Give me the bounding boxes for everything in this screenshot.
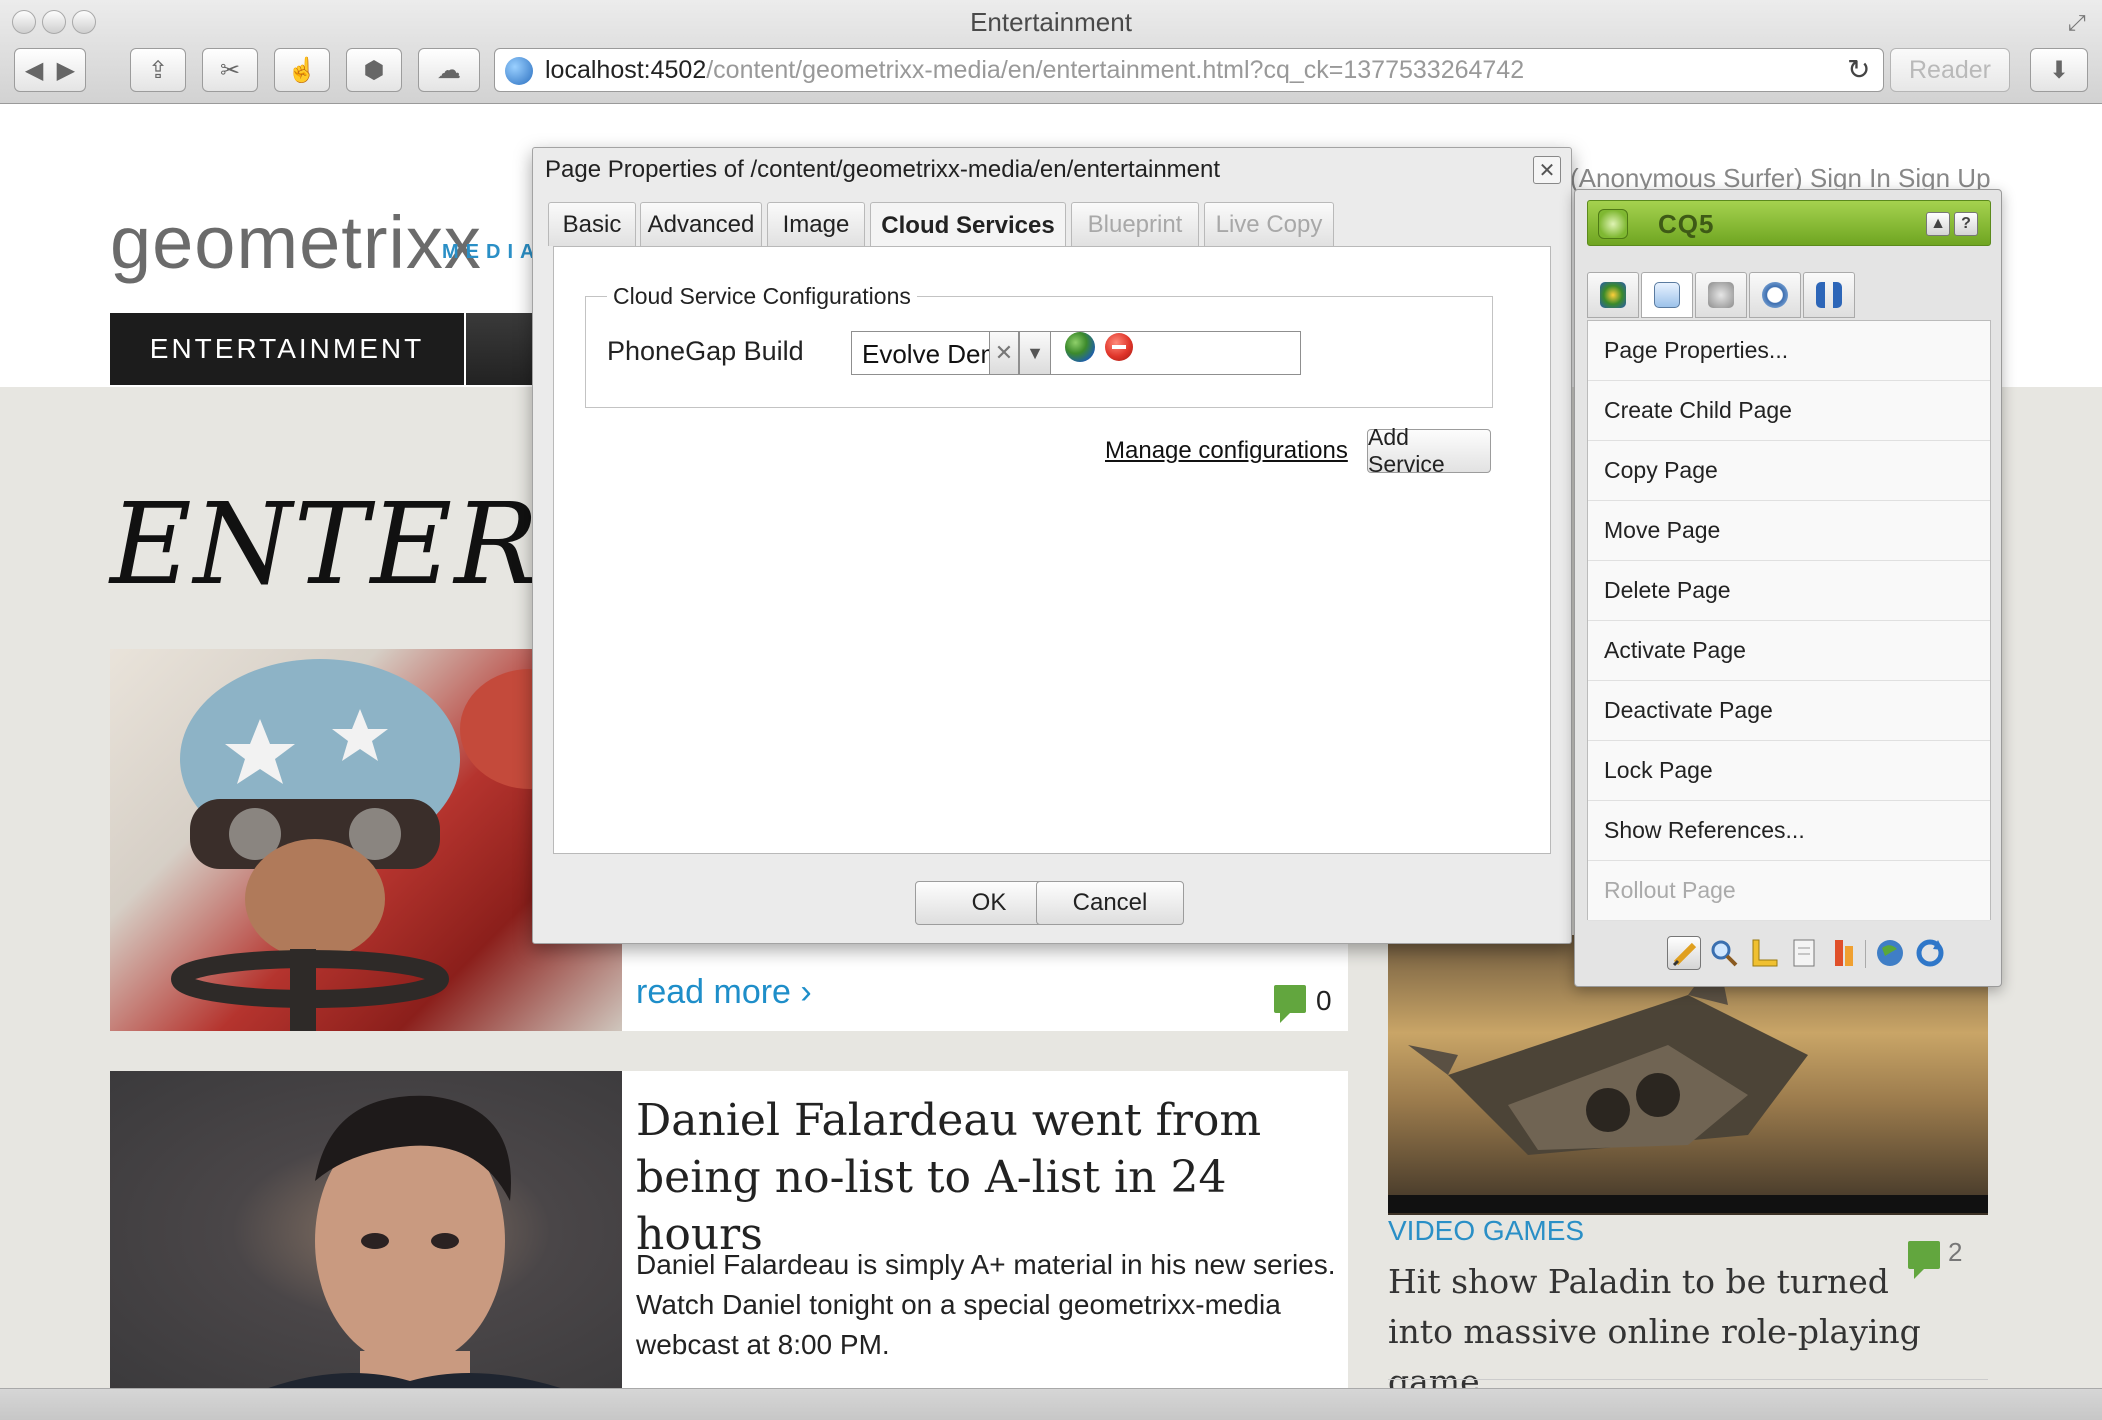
scaffolding-icon[interactable] [1787, 936, 1821, 970]
forward-icon[interactable]: ▶ [57, 56, 75, 85]
components-icon [1600, 282, 1626, 308]
back-forward-buttons[interactable]: ◀ ▶ [14, 48, 86, 92]
nav-item-entertainment[interactable]: ENTERTAINMENT [110, 313, 464, 385]
sidekick-title: CQ5 [1658, 209, 1715, 239]
preview-magnifier-icon[interactable] [1707, 936, 1741, 970]
tab-advanced[interactable]: Advanced [640, 202, 762, 246]
refresh-icon[interactable] [1913, 936, 1947, 970]
sidekick-header[interactable]: CQ5 ▲ ? [1587, 200, 1991, 246]
menu-rollout-page: Rollout Page [1588, 861, 1990, 921]
sidekick-toolbar [1587, 930, 1991, 980]
article-summary: Daniel Falardeau is simply A+ material i… [636, 1249, 1336, 1360]
image-caption-bar [1388, 1195, 1988, 1213]
download-icon: ⬇ [2048, 56, 2070, 84]
comment-count: 0 [1316, 985, 1332, 1016]
lock-icon [1708, 282, 1734, 308]
url-host: localhost:4502 [545, 55, 707, 84]
chevron-down-icon[interactable]: ▼ [1019, 331, 1051, 375]
menu-page-properties[interactable]: Page Properties... [1588, 321, 1990, 381]
url-path: /content/geometrixx-media/en/entertainme… [706, 55, 1525, 84]
remove-icon[interactable] [1105, 333, 1133, 361]
extension-button-1[interactable]: ✂ [202, 48, 258, 92]
tab-live-copy[interactable]: Live Copy [1204, 202, 1334, 246]
tab-image[interactable]: Image [767, 202, 865, 246]
help-icon[interactable]: ? [1954, 212, 1978, 236]
menu-delete-page[interactable]: Delete Page [1588, 561, 1990, 621]
site-logo-sub: MEDIA [442, 241, 542, 263]
tab-workflow[interactable] [1803, 272, 1855, 318]
globe-icon [505, 57, 533, 85]
tab-versioning[interactable] [1749, 272, 1801, 318]
cancel-button[interactable]: Cancel [1036, 881, 1184, 925]
stop-icon: ⬢ [363, 56, 385, 84]
client-context-icon[interactable] [1827, 936, 1861, 970]
tab-page[interactable] [1641, 272, 1693, 318]
divider [1388, 1379, 1988, 1380]
tab-cloud-services[interactable]: Cloud Services [870, 202, 1066, 248]
comment-count: 2 [1948, 1237, 1963, 1267]
cloud-button[interactable]: ☁ [418, 48, 480, 92]
dialog-title: Page Properties of /content/geometrixx-m… [545, 156, 1221, 183]
article-title[interactable]: Hit show Paladin to be turned into massi… [1388, 1257, 1928, 1388]
fieldset-legend: Cloud Service Configurations [607, 283, 917, 310]
fullscreen-icon[interactable]: ⤢ [2068, 10, 2086, 36]
workflow-icon [1816, 282, 1842, 308]
edit-mode-pencil-icon[interactable] [1667, 936, 1701, 970]
comment-icon[interactable] [1274, 985, 1306, 1023]
article-category[interactable]: VIDEO GAMES [1388, 1215, 1584, 1247]
tab-basic[interactable]: Basic [548, 202, 636, 246]
article-image-portrait[interactable] [110, 1071, 622, 1388]
tools-icon: ✂ [219, 56, 241, 84]
menu-lock-page[interactable]: Lock Page [1588, 741, 1990, 801]
downloads-button[interactable]: ⬇ [2030, 48, 2088, 92]
browser-status-bar [0, 1388, 2102, 1420]
reload-icon[interactable]: ↻ [1847, 53, 1870, 86]
clock-icon [1762, 282, 1788, 308]
globe-icon[interactable] [1065, 332, 1095, 362]
manage-configurations-link[interactable]: Manage configurations [1105, 437, 1348, 465]
browser-toolbar: Entertainment ⤢ ◀ ▶ ⇪ ✂ ☝ ⬢ ☁ localhost:… [0, 0, 2102, 104]
page-properties-dialog: Page Properties of /content/geometrixx-m… [532, 147, 1572, 944]
menu-deactivate-page[interactable]: Deactivate Page [1588, 681, 1990, 741]
share-button[interactable]: ⇪ [130, 48, 186, 92]
reader-button[interactable]: Reader [1890, 48, 2010, 92]
menu-show-references[interactable]: Show References... [1588, 801, 1990, 861]
cq5-logo-icon [1598, 209, 1628, 239]
clear-icon[interactable]: ✕ [989, 331, 1019, 375]
share-icon: ⇪ [147, 56, 169, 84]
menu-copy-page[interactable]: Copy Page [1588, 441, 1990, 501]
divider [1865, 940, 1866, 968]
collapse-icon[interactable]: ▲ [1926, 212, 1950, 236]
portrait-illustration [268, 1095, 561, 1388]
tab-blueprint[interactable]: Blueprint [1071, 202, 1199, 246]
service-label: PhoneGap Build [607, 336, 804, 366]
article-title[interactable]: Daniel Falardeau went from being no-list… [636, 1092, 1336, 1263]
tab-information[interactable] [1695, 272, 1747, 318]
page-icon [1654, 282, 1680, 308]
extension-button-2[interactable]: ☝ [274, 48, 330, 92]
globe-icon[interactable] [1873, 936, 1907, 970]
sidekick-menu: Page Properties... Create Child Page Cop… [1587, 320, 1991, 921]
comment-icon[interactable] [1908, 1241, 1940, 1279]
menu-create-child-page[interactable]: Create Child Page [1588, 381, 1990, 441]
close-icon[interactable]: ✕ [1533, 156, 1561, 184]
menu-move-page[interactable]: Move Page [1588, 501, 1990, 561]
design-mode-icon[interactable] [1747, 936, 1781, 970]
adblock-button[interactable]: ⬢ [346, 48, 402, 92]
pointer-icon: ☝ [287, 56, 317, 84]
add-service-button[interactable]: Add Service [1367, 424, 1491, 477]
address-bar[interactable]: localhost:4502 /content/geometrixx-media… [494, 48, 1884, 92]
site-logo[interactable]: geometrixx [110, 200, 482, 285]
read-more-link[interactable]: read more › [636, 973, 812, 1012]
cq5-sidekick: CQ5 ▲ ? Page Properties... Create Child … [1574, 189, 2002, 987]
window-title: Entertainment [970, 7, 1132, 37]
back-icon[interactable]: ◀ [25, 56, 43, 85]
menu-activate-page[interactable]: Activate Page [1588, 621, 1990, 681]
cloud-icon: ☁ [437, 56, 461, 84]
tab-components[interactable] [1587, 272, 1639, 318]
